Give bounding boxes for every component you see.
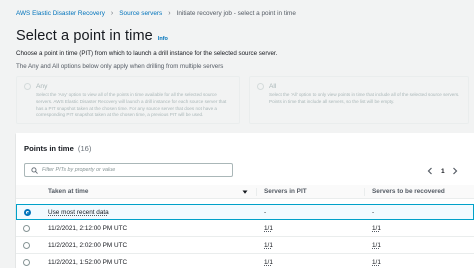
chevron-right-icon[interactable] [449, 165, 461, 177]
option-all-description: Select the 'All' option to only view poi… [269, 92, 460, 104]
column-header-servers-to-be-recovered[interactable]: Servers to be recovered [372, 188, 445, 195]
cell-taken-at-time: Use most recent data [48, 209, 109, 216]
column-divider [364, 188, 365, 196]
table-row[interactable]: Use most recent data - - [16, 204, 474, 220]
cell-taken-at-time: 11/2/2021, 2:12:00 PM UTC [48, 225, 128, 232]
cell-servers-in-pit: - [264, 209, 267, 216]
chevron-right-icon: › [168, 9, 171, 17]
search-icon [28, 164, 40, 176]
title-row: Select a point in time Info [16, 28, 168, 44]
cell-taken-at-time: 11/2/2021, 2:02:00 PM UTC [48, 242, 128, 249]
table-title-text: Points in time [24, 144, 74, 153]
pagination: 1 [424, 165, 474, 177]
cell-servers-to-be-recovered: - [372, 209, 375, 216]
table-row[interactable]: 11/2/2021, 2:12:00 PM UTC 1/1 1/1 [16, 221, 474, 237]
cell-taken-at-time: 11/2/2021, 1:52:00 PM UTC [48, 259, 128, 266]
option-any-label: Any [36, 82, 48, 90]
sort-down-icon[interactable] [242, 189, 248, 195]
breadcrumb-link-drs[interactable]: AWS Elastic Disaster Recovery [16, 10, 105, 17]
filter-field[interactable] [24, 163, 233, 177]
points-in-time-table: Points in time (16) 1 Taken at time S [16, 133, 474, 268]
table-row[interactable]: 11/2/2021, 1:52:00 PM UTC 1/1 1/1 [16, 255, 474, 268]
radio-icon[interactable] [24, 82, 31, 90]
cell-servers-to-be-recovered[interactable]: 1/1 [372, 225, 381, 232]
breadcrumb-link-source-servers[interactable]: Source servers [119, 10, 162, 17]
cell-servers-in-pit[interactable]: 1/1 [264, 225, 273, 232]
breadcrumb-current: Initiate recovery job - select a point i… [176, 9, 296, 17]
option-any-description: Select the 'Any' option to view all of t… [36, 92, 227, 118]
cell-servers-to-be-recovered[interactable]: 1/1 [372, 259, 381, 266]
chevron-left-icon[interactable] [424, 165, 436, 177]
table-row[interactable]: 11/2/2021, 2:02:00 PM UTC 1/1 1/1 [16, 238, 474, 254]
chevron-right-icon: › [110, 9, 114, 17]
option-all-label: All [269, 82, 277, 90]
column-header-servers-in-pit[interactable]: Servers in PIT [264, 188, 307, 195]
options-note: The Any and All options below only apply… [16, 63, 224, 70]
cell-servers-in-pit[interactable]: 1/1 [264, 242, 273, 249]
breadcrumb: AWS Elastic Disaster Recovery › Source s… [16, 7, 296, 19]
page-description: Choose a point in time (PIT) from which … [16, 50, 278, 57]
column-divider [256, 188, 257, 196]
option-tile-any[interactable]: Any Select the 'Any' option to view all … [16, 76, 240, 124]
page: AWS Elastic Disaster Recovery › Source s… [0, 0, 474, 268]
radio-icon[interactable] [23, 259, 30, 266]
radio-icon[interactable] [23, 225, 30, 232]
radio-icon[interactable] [23, 242, 30, 249]
filter-input[interactable] [42, 167, 222, 173]
radio-icon[interactable] [24, 209, 31, 216]
cell-servers-in-pit[interactable]: 1/1 [264, 259, 273, 266]
page-title: Select a point in time [16, 28, 153, 44]
table-title: Points in time (16) [24, 144, 91, 153]
table-header: Taken at time Servers in PIT Servers to … [16, 185, 474, 199]
table-count: (16) [77, 144, 92, 153]
cell-servers-to-be-recovered[interactable]: 1/1 [372, 242, 381, 249]
info-link[interactable]: Info [158, 36, 168, 42]
page-number[interactable]: 1 [441, 168, 445, 175]
column-header-taken-at-time[interactable]: Taken at time [48, 188, 88, 195]
option-tile-all[interactable]: All Select the 'All' option to only view… [249, 76, 469, 124]
radio-icon[interactable] [257, 82, 264, 90]
